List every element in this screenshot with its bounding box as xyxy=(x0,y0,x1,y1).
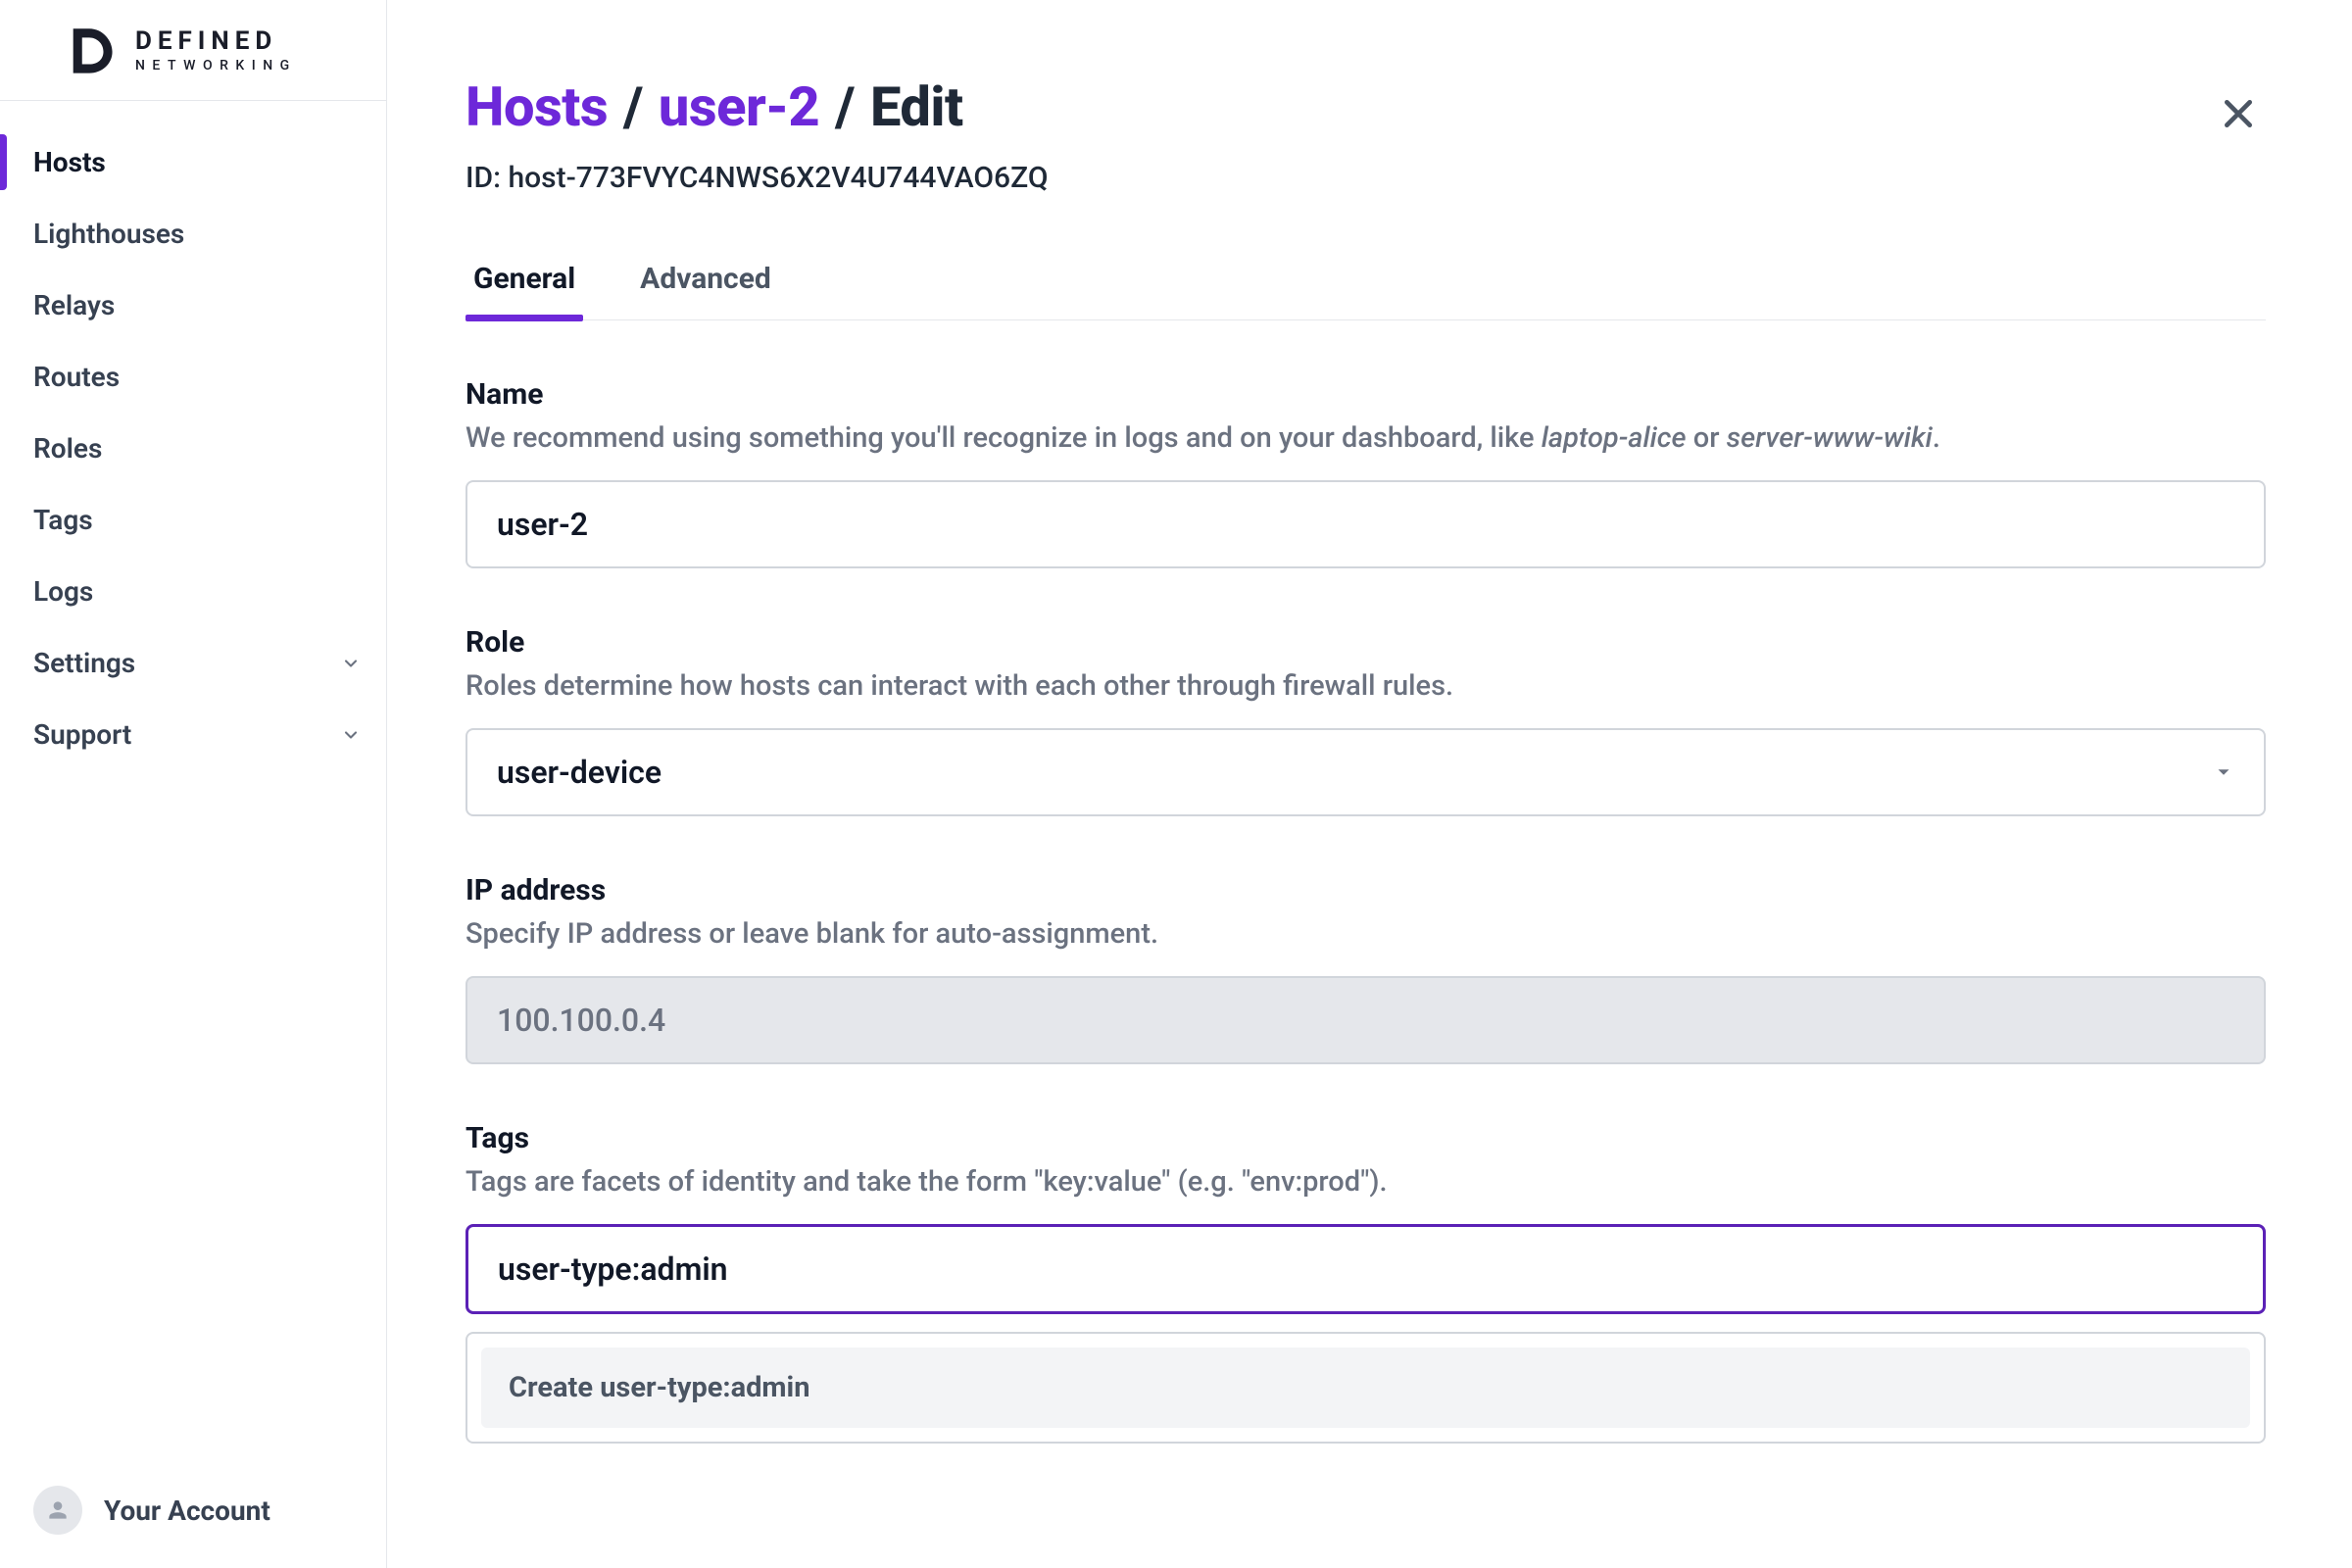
brand-mark-icon xyxy=(61,22,118,78)
field-name: Name We recommend using something you'll… xyxy=(466,377,2266,568)
field-label: Tags xyxy=(466,1121,2266,1155)
sidebar-item-settings[interactable]: Settings xyxy=(0,627,386,699)
sidebar-item-label: Routes xyxy=(33,361,120,393)
tab-label: Advanced xyxy=(640,262,771,296)
account-label: Your Account xyxy=(104,1494,270,1527)
sidebar-item-routes[interactable]: Routes xyxy=(0,341,386,413)
tab-general[interactable]: General xyxy=(466,262,583,319)
role-select[interactable]: user-device xyxy=(466,728,2266,816)
role-value: user-device xyxy=(497,754,662,791)
tags-dropdown: Create user-type:admin xyxy=(466,1332,2266,1444)
sidebar-item-tags[interactable]: Tags xyxy=(0,484,386,556)
sidebar-item-label: Settings xyxy=(33,647,135,679)
sidebar-item-label: Support xyxy=(33,718,131,751)
account-link[interactable]: Your Account xyxy=(33,1486,270,1535)
main-content: Hosts / user-2 / Edit ID: host-773FVYC4N… xyxy=(387,0,2352,1568)
breadcrumb-current: Edit xyxy=(870,74,963,139)
sidebar-header: DEFINED NETWORKING xyxy=(0,0,386,101)
sidebar-item-lighthouses[interactable]: Lighthouses xyxy=(0,198,386,270)
sidebar-nav: Hosts Lighthouses Relays Routes Roles Ta… xyxy=(0,101,386,1568)
sidebar-item-relays[interactable]: Relays xyxy=(0,270,386,341)
tab-advanced[interactable]: Advanced xyxy=(632,262,779,319)
tabs: General Advanced xyxy=(466,262,2266,320)
breadcrumb-item[interactable]: user-2 xyxy=(659,74,819,139)
field-desc: We recommend using something you'll reco… xyxy=(466,421,2266,455)
breadcrumb-sep: / xyxy=(623,74,643,139)
tags-input[interactable] xyxy=(466,1224,2266,1314)
field-desc: Roles determine how hosts can interact w… xyxy=(466,669,2266,703)
chevron-down-icon xyxy=(341,654,361,673)
avatar xyxy=(33,1486,82,1535)
field-role: Role Roles determine how hosts can inter… xyxy=(466,625,2266,816)
sidebar-item-support[interactable]: Support xyxy=(0,699,386,770)
sidebar-item-label: Logs xyxy=(33,575,93,608)
breadcrumb-root[interactable]: Hosts xyxy=(466,74,608,139)
sidebar-item-label: Tags xyxy=(33,504,93,536)
sidebar-item-label: Lighthouses xyxy=(33,218,184,250)
sidebar-item-label: Relays xyxy=(33,289,115,321)
user-icon xyxy=(45,1497,71,1523)
close-icon xyxy=(2219,94,2258,133)
tab-label: General xyxy=(473,262,575,296)
sidebar-item-hosts[interactable]: Hosts xyxy=(0,126,386,198)
sidebar-item-label: Roles xyxy=(33,432,102,465)
field-tags: Tags Tags are facets of identity and tak… xyxy=(466,1121,2266,1444)
brand-logo[interactable]: DEFINED NETWORKING xyxy=(61,22,386,78)
sidebar-item-label: Hosts xyxy=(33,146,106,178)
sidebar-item-logs[interactable]: Logs xyxy=(0,556,386,627)
chevron-down-icon xyxy=(341,725,361,745)
host-id: ID: host-773FVYC4NWS6X2V4U744VAO6ZQ xyxy=(466,161,2266,195)
field-ip: IP address Specify IP address or leave b… xyxy=(466,873,2266,1064)
close-button[interactable] xyxy=(2219,94,2258,133)
name-input[interactable] xyxy=(466,480,2266,568)
field-label: Name xyxy=(466,377,2266,412)
caret-down-icon xyxy=(2213,761,2234,783)
ip-input: 100.100.0.4 xyxy=(466,976,2266,1064)
breadcrumb: Hosts / user-2 / Edit xyxy=(466,74,2266,139)
breadcrumb-sep: / xyxy=(835,74,855,139)
create-tag-option[interactable]: Create user-type:admin xyxy=(481,1348,2250,1428)
field-desc: Specify IP address or leave blank for au… xyxy=(466,917,2266,951)
sidebar-item-roles[interactable]: Roles xyxy=(0,413,386,484)
brand-wordmark: DEFINED NETWORKING xyxy=(135,28,297,73)
field-desc: Tags are facets of identity and take the… xyxy=(466,1165,2266,1199)
field-label: Role xyxy=(466,625,2266,660)
brand-name: DEFINED xyxy=(135,28,297,54)
sidebar: DEFINED NETWORKING Hosts Lighthouses Rel… xyxy=(0,0,387,1568)
brand-sub: NETWORKING xyxy=(135,59,297,73)
field-label: IP address xyxy=(466,873,2266,907)
